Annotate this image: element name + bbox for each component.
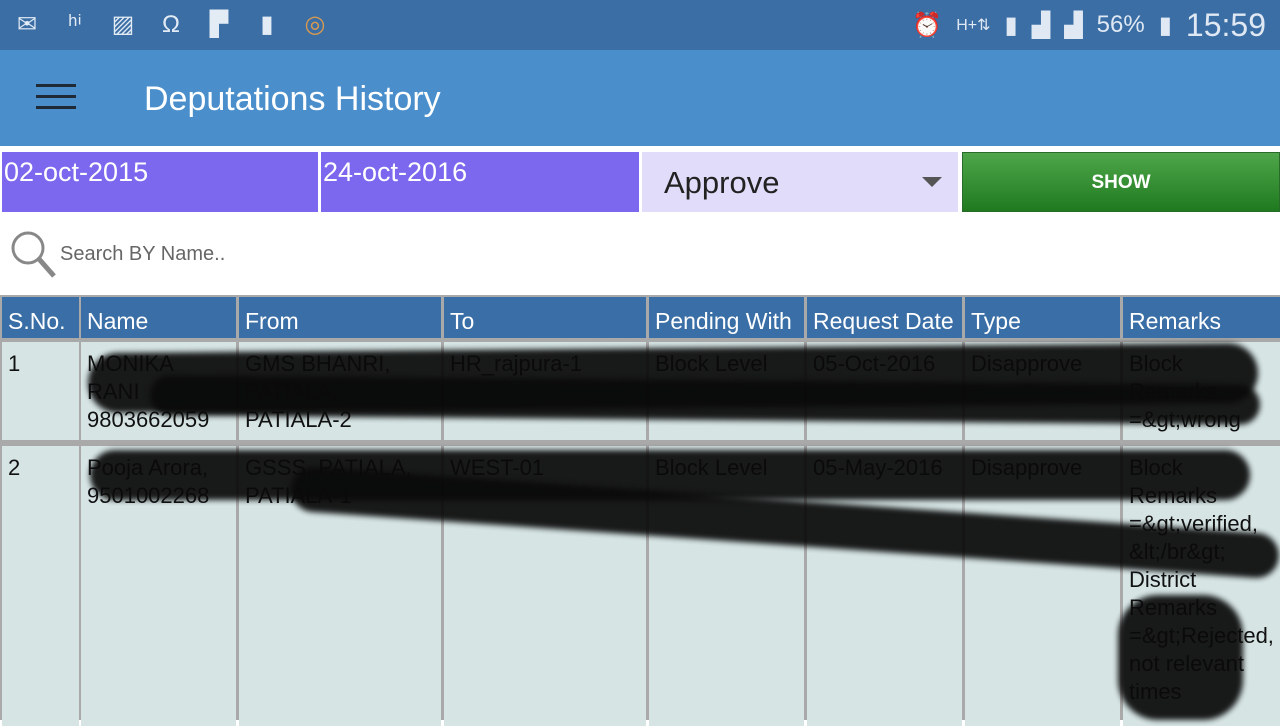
column-header: To <box>444 297 646 338</box>
hamburger-menu-icon[interactable] <box>36 84 76 114</box>
hike-icon: ʰⁱ <box>68 11 82 38</box>
show-button[interactable]: SHOW <box>962 152 1280 212</box>
type-dropdown[interactable]: Approve <box>642 152 958 212</box>
page-title: Deputations History <box>144 80 441 118</box>
alarm-icon: ⏰ <box>912 11 943 39</box>
signal-icon: ▟ <box>1064 11 1083 39</box>
battery-icon: ▮ <box>1158 11 1172 39</box>
table-cell[interactable]: 1 <box>2 342 79 440</box>
column-header: Pending With <box>649 297 804 338</box>
column-header: Name <box>81 297 236 338</box>
gallery-icon: ▨ <box>111 11 135 38</box>
hplus-data-icon: H+⇅ <box>956 17 991 34</box>
signal-icon: ▟ <box>1031 11 1051 39</box>
clock: 15:59 <box>1185 6 1266 43</box>
column-header: Type <box>965 297 1120 338</box>
sim-icon: ▮ <box>260 11 274 38</box>
search-input[interactable] <box>60 236 660 272</box>
battery-percent: 56% <box>1096 11 1145 38</box>
status-bar: ✉ ʰⁱ ▨ Ω ▛ ▮ ◎ ⏰ H+⇅ ▮ ▟ ▟ 56% ▮ 15:59 <box>0 0 1280 50</box>
column-header: Remarks <box>1123 297 1280 338</box>
from-date-field[interactable]: 02-oct-2015 <box>2 152 318 212</box>
search-bar <box>0 220 1280 290</box>
column-header: From <box>239 297 441 338</box>
to-date-field[interactable]: 24-oct-2016 <box>321 152 639 212</box>
column-header: S.No. <box>2 297 79 338</box>
dropdown-arrow-icon <box>922 177 942 187</box>
app-ring-icon: ◎ <box>304 11 326 38</box>
redaction-mark <box>1118 595 1243 720</box>
mail-icon: ✉ <box>16 11 38 38</box>
app-icon: Ω <box>162 11 180 38</box>
search-icon <box>11 231 56 278</box>
type-dropdown-value: Approve <box>664 165 780 200</box>
flipboard-icon: ▛ <box>209 11 229 38</box>
sim1-icon: ▮ <box>1004 11 1018 39</box>
table-cell[interactable]: 2 <box>2 446 79 726</box>
column-header: Request Date <box>807 297 962 338</box>
